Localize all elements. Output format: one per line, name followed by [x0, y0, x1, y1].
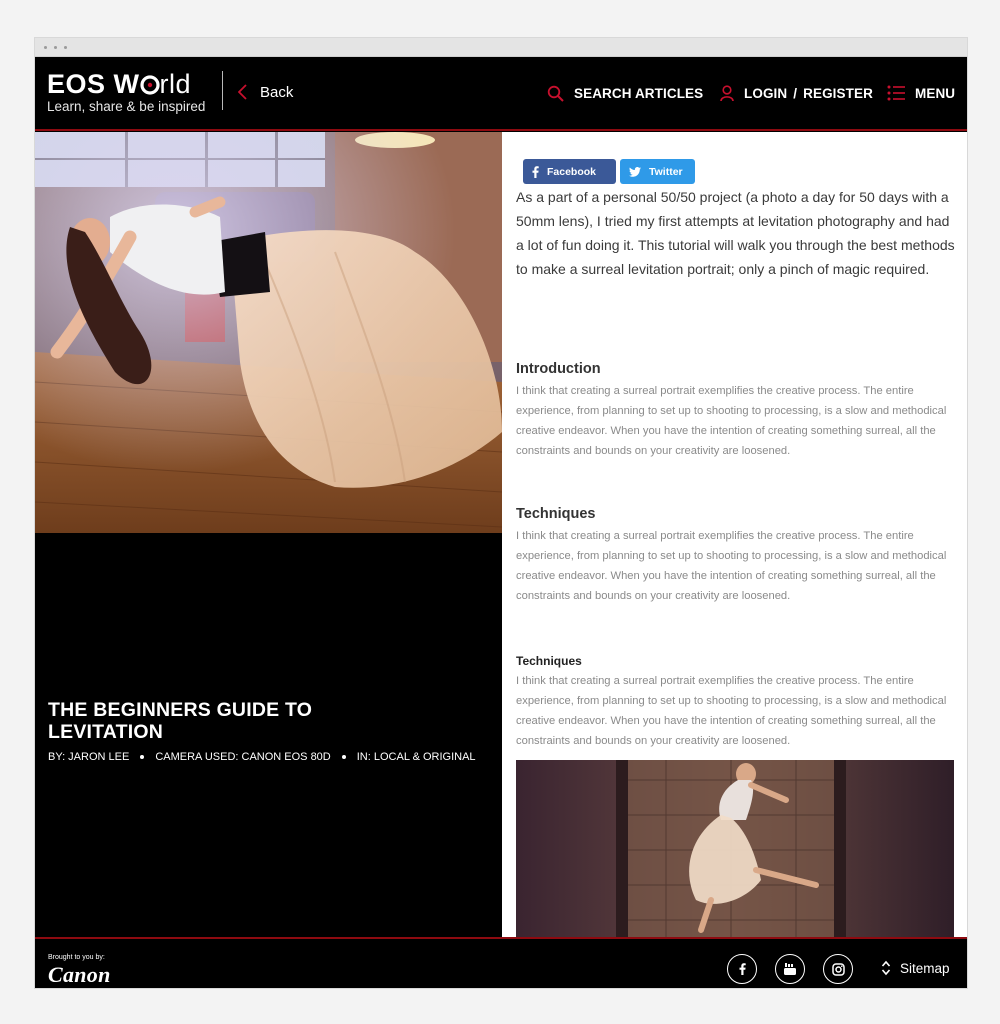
facebook-icon — [739, 963, 746, 975]
section-heading: Techniques — [516, 654, 582, 668]
hero-photo-levitation — [35, 132, 502, 533]
secondary-photo-image — [516, 760, 954, 937]
youtube-icon — [784, 963, 796, 975]
twitter-icon — [629, 166, 641, 177]
header-divider — [222, 71, 223, 110]
instagram-icon — [831, 962, 845, 976]
logo-tagline: Learn, share & be inspired — [47, 99, 206, 114]
meta-separator — [341, 755, 346, 759]
window-chrome — [35, 38, 967, 57]
menu-button[interactable]: MENU — [887, 83, 955, 103]
twitter-share-button[interactable]: Twitter — [620, 159, 695, 184]
window-dot — [54, 46, 57, 49]
login-register: LOGIN / REGISTER — [720, 83, 873, 103]
back-button[interactable]: Back — [238, 81, 293, 103]
section-heading: Introduction — [516, 361, 601, 377]
article-camera: CAMERA USED: CANON EOS 80D — [155, 751, 331, 763]
logo-title: EOS Wrld — [47, 69, 192, 99]
article-meta: BY: JARON LEE CAMERA USED: CANON EOS 80D… — [48, 751, 476, 763]
login-link[interactable]: LOGIN — [744, 86, 787, 101]
menu-list-icon — [887, 85, 905, 101]
article-category[interactable]: IN: LOCAL & ORIGINAL — [357, 751, 476, 763]
search-icon — [547, 85, 564, 102]
register-link[interactable]: REGISTER — [803, 86, 873, 101]
menu-label: MENU — [915, 85, 956, 101]
section-body: I think that creating a surreal portrait… — [516, 530, 947, 602]
article-content: Facebook Twitter As a part of a personal… — [502, 132, 967, 937]
facebook-share-button[interactable]: Facebook — [523, 159, 616, 184]
youtube-social-button[interactable] — [775, 954, 805, 984]
chevron-left-icon — [238, 84, 247, 100]
article-title: THE BEGINNERS GUIDE TO LEVITATION — [48, 699, 313, 743]
article-title-panel: THE BEGINNERS GUIDE TO LEVITATION BY: JA… — [35, 533, 502, 937]
site-header: EOS Wrld Learn, share & be inspired Back… — [35, 57, 967, 131]
secondary-photo-jump — [516, 760, 954, 937]
facebook-social-button[interactable] — [727, 954, 757, 984]
facebook-label: Facebook — [547, 165, 597, 178]
meta-separator — [140, 755, 145, 759]
canon-logo[interactable]: Canon — [48, 962, 111, 988]
instagram-social-button[interactable] — [823, 954, 853, 984]
facebook-icon — [532, 165, 539, 178]
section-heading: Techniques — [516, 506, 596, 522]
search-articles-label: SEARCH ARTICLES — [574, 85, 704, 101]
eos-world-logo[interactable]: EOS Wrld Learn, share & be inspired — [47, 70, 205, 114]
logo-o-shutter-icon — [139, 75, 160, 95]
user-icon — [720, 84, 734, 101]
section-body: I think that creating a surreal portrait… — [516, 385, 947, 457]
login-separator: / — [793, 85, 798, 101]
sitemap-label: Sitemap — [900, 960, 950, 976]
chevron-up-down-icon — [881, 960, 891, 976]
site-footer: Brought to you by: Canon Sitemap — [35, 937, 967, 988]
section-body: I think that creating a surreal portrait… — [516, 675, 947, 747]
twitter-label: Twitter — [649, 165, 683, 178]
back-label: Back — [260, 83, 294, 101]
article-intro: As a part of a personal 50/50 project (a… — [516, 189, 955, 277]
window-dot — [44, 46, 47, 49]
article-author[interactable]: BY: JARON LEE — [48, 751, 129, 763]
hero-photo-image — [35, 132, 502, 533]
brought-by-label: Brought to you by: — [48, 954, 105, 961]
search-articles-button[interactable]: SEARCH ARTICLES — [547, 83, 703, 103]
browser-window: EOS Wrld Learn, share & be inspired Back… — [34, 37, 968, 989]
window-dot — [64, 46, 67, 49]
sitemap-link[interactable]: Sitemap — [881, 960, 950, 976]
